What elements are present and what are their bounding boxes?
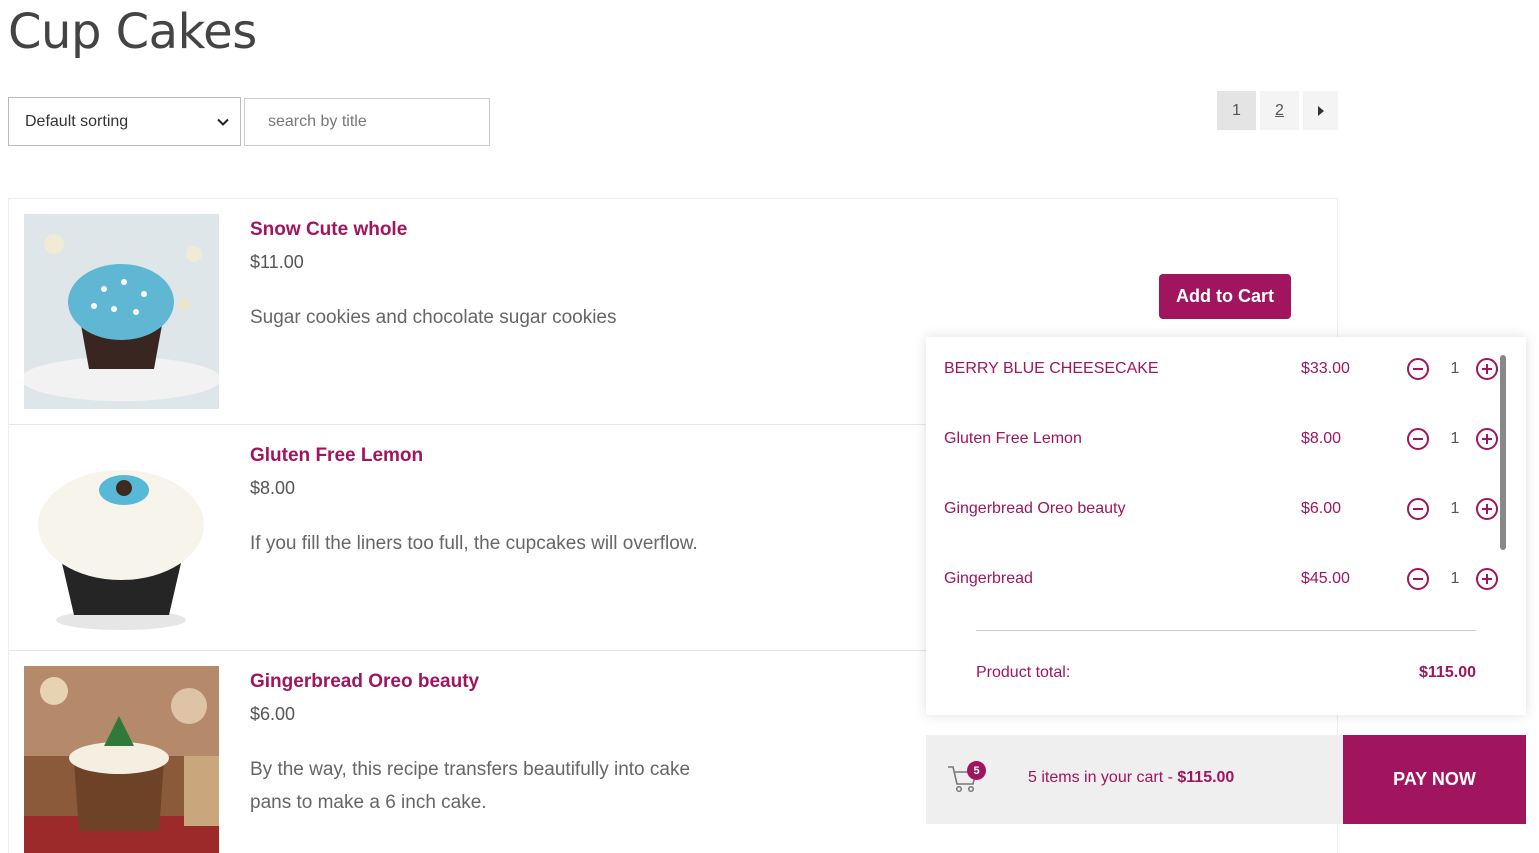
cart-item: Gingerbread Oreo beauty $6.00 1 [944, 494, 1504, 524]
cart-popup: BERRY BLUE CHEESECAKE $33.00 1 Gluten Fr… [926, 337, 1526, 715]
product-image[interactable] [24, 214, 219, 409]
product-name[interactable]: Snow Cute whole [250, 219, 407, 241]
cart-item-name[interactable]: Gluten Free Lemon [944, 430, 1082, 448]
minus-circle-icon[interactable] [1406, 357, 1430, 381]
page-2-button[interactable]: 2 [1260, 91, 1299, 130]
chevron-down-icon [217, 118, 229, 126]
cart-item-qty: 1 [1450, 430, 1460, 447]
cart-summary-text: 5 items in your cart - $115.00 [1028, 769, 1235, 786]
page-1-button[interactable]: 1 [1217, 91, 1256, 130]
cart-item-price: $45.00 [1301, 570, 1350, 587]
cart-summary-bar[interactable]: 5 5 items in your cart - $115.00 [926, 735, 1343, 824]
product-description: If you fill the liners too full, the cup… [250, 533, 698, 554]
cart-item-name[interactable]: BERRY BLUE CHEESECAKE [944, 360, 1159, 378]
cart-item-name[interactable]: Gingerbread Oreo beauty [944, 500, 1125, 518]
product-description: Sugar cookies and chocolate sugar cookie… [250, 307, 617, 328]
plus-circle-icon[interactable] [1475, 357, 1499, 381]
product-image[interactable] [24, 666, 219, 853]
page-title: Cup Cakes [8, 4, 257, 60]
plus-circle-icon[interactable] [1475, 567, 1499, 591]
product-price: $6.00 [250, 704, 296, 724]
minus-circle-icon[interactable] [1406, 427, 1430, 451]
cart-item-price: $33.00 [1301, 360, 1350, 377]
cart-item: Gluten Free Lemon $8.00 1 [944, 424, 1504, 454]
cart-item-qty: 1 [1450, 570, 1460, 587]
caret-right-icon [1317, 105, 1324, 116]
cart-summary-total: $115.00 [1177, 769, 1235, 786]
search-input[interactable]: search by title [244, 98, 490, 146]
product-price: $8.00 [250, 478, 296, 498]
minus-circle-icon[interactable] [1406, 497, 1430, 521]
product-price: $11.00 [250, 252, 304, 272]
cart-divider [976, 630, 1476, 631]
plus-circle-icon[interactable] [1475, 497, 1499, 521]
search-placeholder: search by title [268, 113, 367, 130]
product-name[interactable]: Gingerbread Oreo beauty [250, 671, 479, 693]
cart-item-price: $8.00 [1301, 430, 1342, 447]
product-name[interactable]: Gluten Free Lemon [250, 445, 423, 467]
cart-item: BERRY BLUE CHEESECAKE $33.00 1 [944, 354, 1504, 384]
product-total-label: Product total: [976, 664, 1071, 681]
sort-selected-label: Default sorting [25, 112, 129, 130]
pay-now-button[interactable]: PAY NOW [1343, 735, 1526, 824]
pagination: 1 2 [1217, 91, 1338, 130]
cart-item-name[interactable]: Gingerbread [944, 570, 1033, 588]
plus-circle-icon[interactable] [1475, 427, 1499, 451]
sort-select[interactable]: Default sorting [8, 97, 241, 146]
product-description: By the way, this recipe transfers beauti… [250, 759, 691, 813]
cart-item-qty: 1 [1450, 360, 1460, 377]
cart-item: Gingerbread $45.00 1 [944, 564, 1504, 594]
product-image[interactable] [24, 440, 219, 635]
cart-count-badge: 5 [967, 761, 986, 780]
cart-scrollbar[interactable] [1500, 355, 1506, 550]
cart-item-price: $6.00 [1301, 500, 1342, 517]
cart-item-qty: 1 [1450, 500, 1460, 517]
product-total-value: $115.00 [1419, 664, 1476, 681]
minus-circle-icon[interactable] [1406, 567, 1430, 591]
add-to-cart-button[interactable]: Add to Cart [1159, 274, 1291, 319]
next-page-button[interactable] [1303, 91, 1338, 130]
